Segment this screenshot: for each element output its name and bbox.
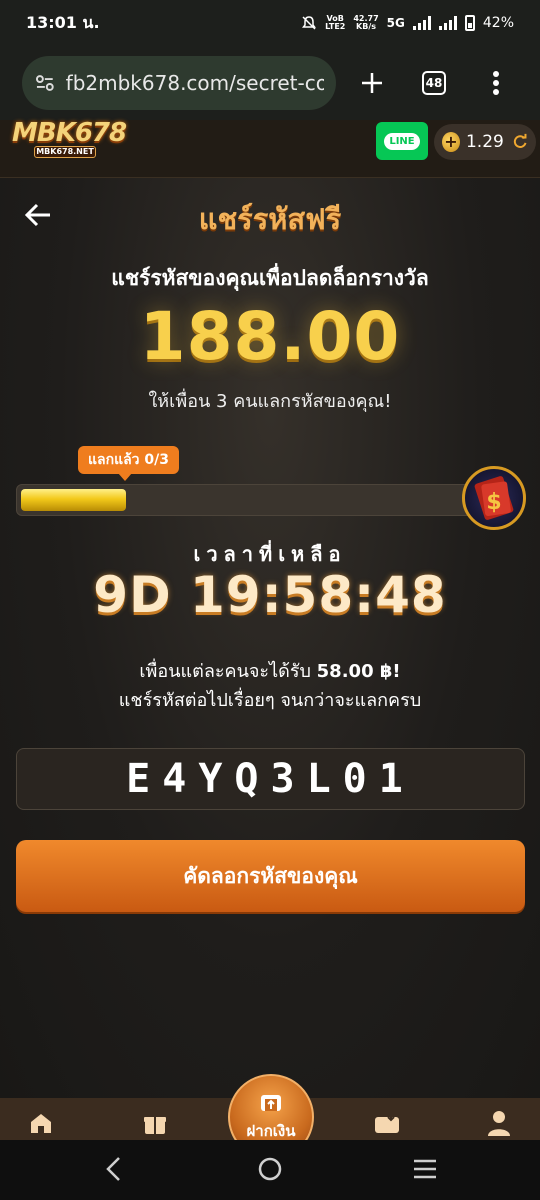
signal-icon bbox=[412, 16, 431, 30]
reward-ticket-icon: $ bbox=[462, 466, 526, 530]
signal-icon-2 bbox=[438, 16, 457, 30]
tab-count: 48 bbox=[422, 71, 446, 95]
network-type: VoB LTE2 bbox=[325, 14, 346, 31]
share-instructions: แชร์รหัสต่อไปเรื่อยๆ จนกว่าจะแลกครบ bbox=[118, 690, 422, 711]
tab-switcher-button[interactable]: 48 bbox=[408, 57, 460, 109]
status-bar: 13:01 น. VoB LTE2 42.77 KB/s 5G 42% bbox=[0, 0, 540, 46]
user-icon bbox=[488, 1111, 510, 1136]
home-icon bbox=[31, 1114, 51, 1133]
progress-bar bbox=[16, 484, 504, 516]
referral-code-field[interactable]: E4YQ3L01 bbox=[16, 748, 525, 810]
plus-icon bbox=[362, 73, 382, 93]
friend-reward-info: เพื่อนแต่ละคนจะได้รับ 58.00 ฿! bbox=[139, 661, 401, 682]
nav-promotions[interactable] bbox=[140, 1108, 170, 1138]
progress-badge: แลกแล้ว 0/3 bbox=[78, 446, 180, 481]
balance-value: 1.29 bbox=[465, 132, 504, 152]
refresh-icon[interactable] bbox=[512, 133, 528, 151]
gift-icon bbox=[144, 1117, 166, 1134]
balance-widget[interactable]: + 1.29 bbox=[434, 124, 536, 160]
new-tab-button[interactable] bbox=[346, 57, 398, 109]
nav-withdraw[interactable] bbox=[372, 1108, 402, 1138]
battery-percent: 42% bbox=[482, 15, 514, 31]
wallet-icon bbox=[375, 1113, 399, 1133]
line-button[interactable]: LINE bbox=[376, 122, 428, 160]
line-icon: LINE bbox=[384, 132, 420, 150]
coin-plus-icon[interactable]: + bbox=[442, 132, 460, 152]
deposit-icon bbox=[261, 1095, 281, 1111]
status-icons: VoB LTE2 42.77 KB/s 5G 42% bbox=[301, 15, 514, 31]
reward-amount: 188.00 bbox=[139, 298, 401, 375]
status-time: 13:01 น. bbox=[26, 12, 100, 32]
countdown-timer: 9D 19:58:48 bbox=[93, 566, 447, 624]
network-speed: 42.77 KB/s bbox=[353, 14, 379, 31]
network-5g: 5G bbox=[386, 16, 405, 30]
svg-text:$: $ bbox=[486, 490, 501, 515]
address-bar[interactable]: fb2mbk678.com/secret-co bbox=[22, 56, 336, 110]
site-logo[interactable]: MBK678 MBK678.NET bbox=[12, 118, 127, 162]
page-title: แชร์รหัสฟรี bbox=[198, 202, 342, 236]
menu-lines-icon[interactable] bbox=[412, 1156, 438, 1182]
more-vert-icon bbox=[493, 71, 499, 95]
nav-home[interactable] bbox=[26, 1108, 56, 1138]
system-navigation-bar bbox=[0, 1140, 540, 1200]
nav-profile[interactable] bbox=[484, 1108, 514, 1138]
recent-apps-back-icon[interactable] bbox=[104, 1156, 124, 1182]
browser-menu-button[interactable] bbox=[470, 57, 522, 109]
friend-reward-amount: 58.00 ฿! bbox=[316, 661, 401, 682]
browser-toolbar: fb2mbk678.com/secret-co 48 bbox=[0, 46, 540, 120]
battery-icon bbox=[464, 15, 475, 31]
site-settings-icon[interactable] bbox=[34, 72, 56, 94]
url-text[interactable]: fb2mbk678.com/secret-co bbox=[66, 71, 324, 95]
share-code-page: แชร์รหัสฟรี แชร์รหัสของคุณเพื่อปลดล็อกรา… bbox=[0, 178, 540, 1098]
mute-icon bbox=[302, 16, 317, 30]
progress-fill bbox=[21, 489, 126, 511]
site-header: MBK678 MBK678.NET LINE + 1.29 bbox=[0, 118, 540, 178]
home-circle-icon[interactable] bbox=[257, 1156, 283, 1182]
invite-hint: ให้เพื่อน 3 คนแลกรหัสของคุณ! bbox=[148, 391, 392, 412]
copy-code-button[interactable]: คัดลอกรหัสของคุณ bbox=[16, 840, 525, 912]
page-subtitle: แชร์รหัสของคุณเพื่อปลดล็อกรางวัล bbox=[111, 266, 429, 290]
